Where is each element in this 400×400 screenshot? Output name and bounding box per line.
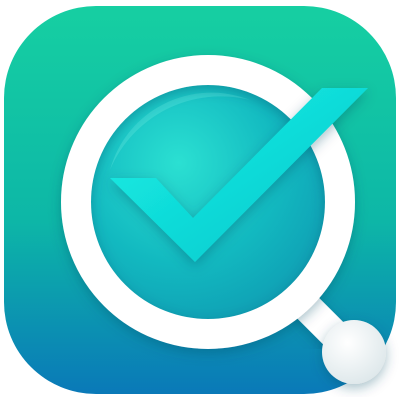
handle-knob — [322, 320, 386, 384]
canvas — [0, 0, 400, 400]
search-check-icon — [4, 6, 396, 394]
app-icon[interactable] — [0, 0, 400, 400]
